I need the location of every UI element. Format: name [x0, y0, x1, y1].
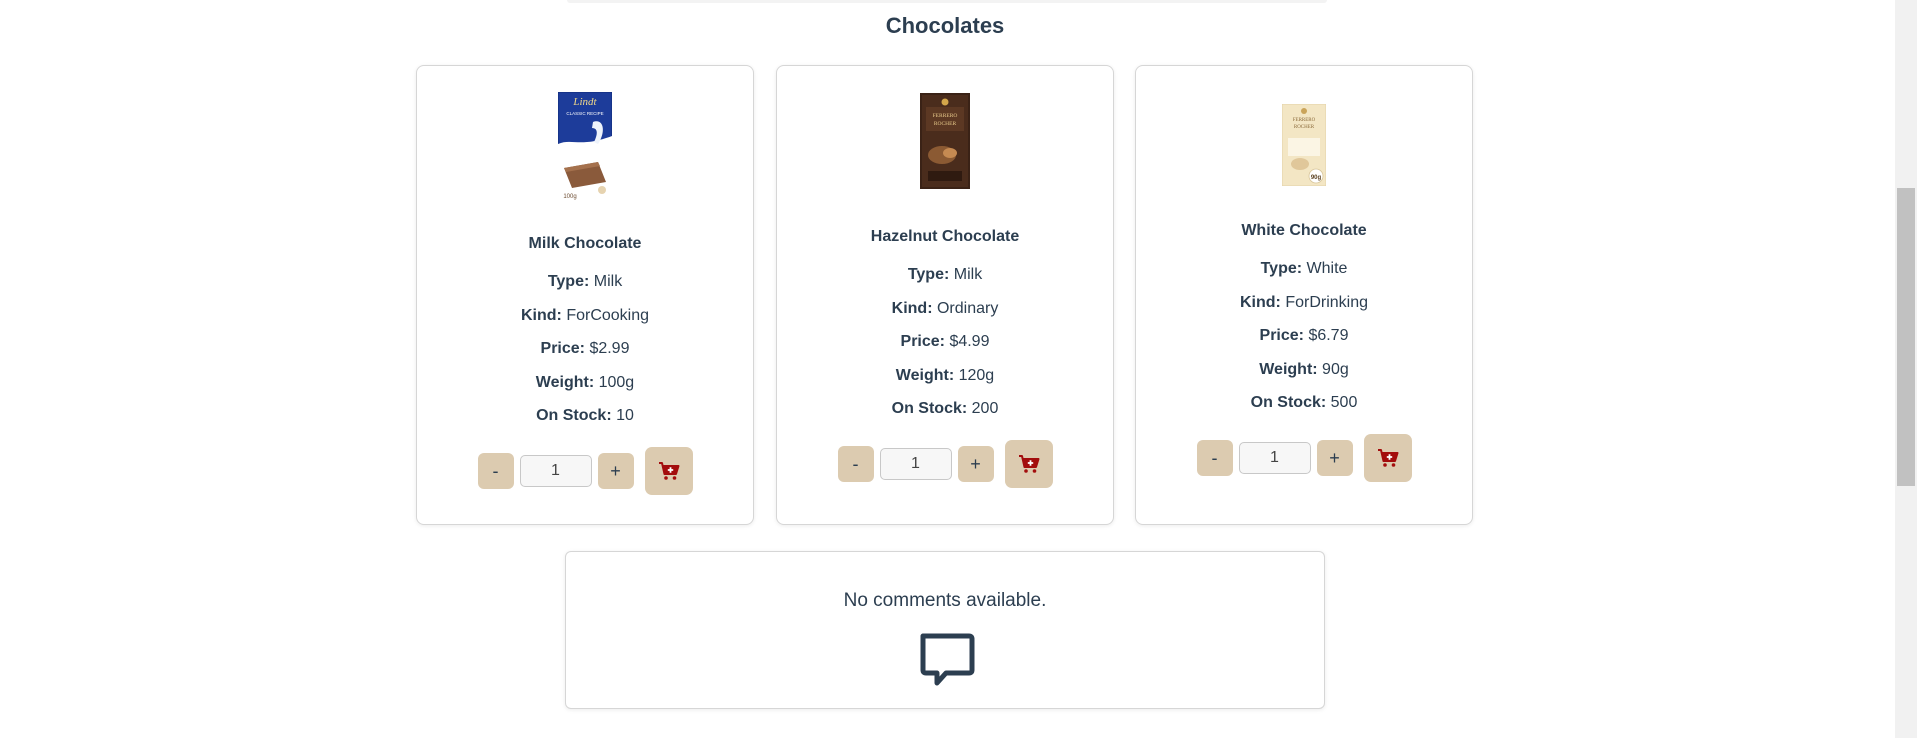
decrease-quantity-button[interactable]: -: [1196, 440, 1233, 476]
section-title: Chocolates: [885, 13, 1005, 38]
product-name: Milk Chocolate: [528, 235, 642, 252]
increase-quantity-button[interactable]: +: [957, 446, 994, 482]
top-divider: [567, 0, 1327, 3]
no-comments-message: No comments available.: [843, 590, 1047, 611]
quantity-input[interactable]: [879, 448, 952, 480]
svg-text:90g: 90g: [1311, 175, 1322, 181]
product-stock: On Stock: 200: [891, 400, 999, 417]
product-stock: On Stock: 10: [536, 407, 634, 424]
decrease-quantity-button[interactable]: -: [837, 446, 874, 482]
quantity-controls: - +: [837, 440, 1053, 488]
product-weight: Weight: 100g: [535, 373, 635, 391]
add-to-cart-button[interactable]: [1004, 440, 1053, 488]
product-price: Price: $2.99: [540, 340, 630, 357]
svg-text:FERRERO: FERRERO: [933, 113, 958, 119]
product-price: Price: $6.79: [1259, 327, 1349, 344]
increase-quantity-button[interactable]: +: [597, 453, 634, 489]
product-image-white-chocolate: FERRERO ROCHER 90g: [1282, 104, 1326, 186]
increase-quantity-button[interactable]: +: [1316, 440, 1353, 476]
svg-text:CLASSIC RECIPE: CLASSIC RECIPE: [566, 111, 603, 116]
speech-bubble-icon: [920, 633, 975, 686]
product-type: Type: Milk: [547, 273, 623, 290]
quantity-input[interactable]: [1238, 442, 1311, 474]
svg-text:FERRERO: FERRERO: [1293, 118, 1316, 123]
page: Chocolates Lindt CLASSIC RECIPE 100g Mil…: [0, 0, 1917, 738]
product-card-milk-chocolate: Lindt CLASSIC RECIPE 100g Milk Chocolate…: [416, 65, 754, 525]
product-type: Type: Milk: [907, 266, 983, 283]
page-scrollbar[interactable]: [1895, 0, 1917, 738]
scrollbar-thumb[interactable]: [1897, 188, 1915, 486]
product-price: Price: $4.99: [900, 333, 990, 350]
product-image-hazelnut-chocolate: FERRERO ROCHER: [920, 93, 970, 189]
cart-plus-icon: [658, 462, 679, 480]
product-weight: Weight: 120g: [895, 366, 995, 384]
cart-plus-icon: [1377, 449, 1398, 467]
svg-text:ROCHER: ROCHER: [1294, 125, 1315, 130]
product-image-milk-chocolate: Lindt CLASSIC RECIPE 100g: [558, 92, 612, 202]
quantity-controls: - +: [477, 447, 693, 495]
product-card-hazelnut-chocolate: FERRERO ROCHER Hazelnut Chocolate Type: …: [776, 65, 1114, 525]
product-card-white-chocolate: FERRERO ROCHER 90g White Chocolate Type:…: [1135, 65, 1473, 525]
add-to-cart-button[interactable]: [644, 447, 693, 495]
comments-panel: No comments available.: [565, 551, 1325, 709]
svg-text:Lindt: Lindt: [572, 96, 597, 108]
product-type: Type: White: [1260, 260, 1348, 277]
svg-text:100g: 100g: [563, 194, 576, 200]
add-to-cart-button[interactable]: [1363, 434, 1412, 482]
product-kind: Kind: Ordinary: [891, 299, 999, 317]
product-kind: Kind: ForCooking: [520, 306, 650, 324]
decrease-quantity-button[interactable]: -: [477, 453, 514, 489]
quantity-input[interactable]: [519, 455, 592, 487]
quantity-controls: - +: [1196, 434, 1412, 482]
product-kind: Kind: ForDrinking: [1239, 293, 1368, 311]
product-name: White Chocolate: [1241, 222, 1367, 239]
cart-plus-icon: [1018, 455, 1039, 473]
product-stock: On Stock: 500: [1250, 394, 1358, 411]
svg-text:ROCHER: ROCHER: [934, 121, 957, 127]
product-name: Hazelnut Chocolate: [870, 228, 1020, 245]
product-weight: Weight: 90g: [1259, 360, 1349, 378]
